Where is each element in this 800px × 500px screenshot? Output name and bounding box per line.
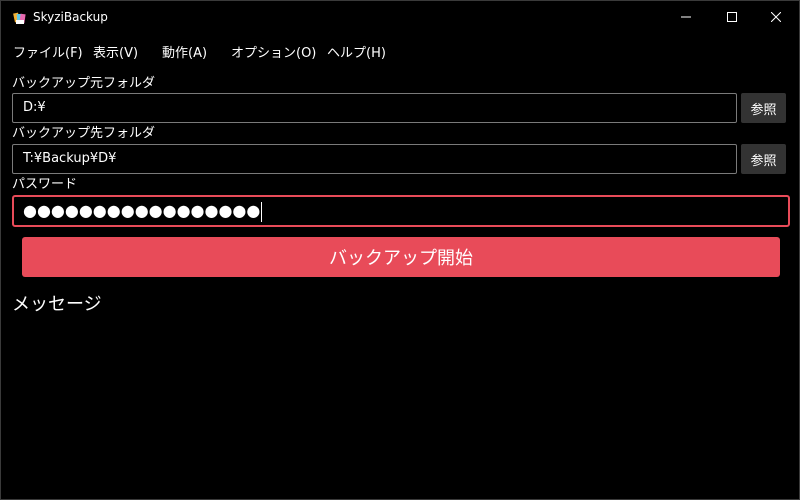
- message-area: [12, 321, 790, 491]
- password-masked-value: ●●●●●●●●●●●●●●●●●: [23, 200, 263, 222]
- destination-folder-value: T:¥Backup¥D¥: [23, 151, 117, 166]
- minimize-button[interactable]: [663, 1, 709, 33]
- app-window: SkyziBackup ファイル(F) 表示(V) 動作(A) オプション(O)…: [0, 0, 800, 500]
- maximize-button[interactable]: [709, 1, 755, 33]
- minimize-icon: [681, 16, 691, 18]
- source-browse-button[interactable]: 参照: [741, 93, 786, 123]
- source-folder-label: バックアップ元フォルダ: [12, 76, 156, 91]
- destination-folder-label: バックアップ先フォルダ: [12, 126, 156, 141]
- app-icon: [13, 10, 27, 24]
- source-folder-input[interactable]: D:¥: [12, 93, 737, 123]
- close-button[interactable]: [753, 1, 799, 33]
- destination-folder-input[interactable]: T:¥Backup¥D¥: [12, 144, 737, 174]
- start-backup-button[interactable]: バックアップ開始: [22, 237, 780, 277]
- menu-action[interactable]: 動作(A): [162, 45, 207, 63]
- title-bar: SkyziBackup: [1, 1, 799, 33]
- source-folder-value: D:¥: [23, 100, 46, 115]
- password-label: パスワード: [12, 177, 78, 192]
- window-title: SkyziBackup: [33, 10, 108, 24]
- menu-file[interactable]: ファイル(F): [13, 45, 83, 63]
- password-input[interactable]: ●●●●●●●●●●●●●●●●●: [12, 195, 790, 227]
- close-icon: [771, 12, 781, 22]
- menu-view[interactable]: 表示(V): [93, 45, 138, 63]
- menu-options[interactable]: オプション(O): [231, 45, 316, 63]
- menu-help[interactable]: ヘルプ(H): [327, 45, 386, 63]
- password-dots: ●●●●●●●●●●●●●●●●●: [23, 201, 261, 220]
- maximize-icon: [727, 12, 737, 22]
- menu-bar: ファイル(F) 表示(V) 動作(A) オプション(O) ヘルプ(H): [1, 41, 799, 67]
- message-title: メッセージ: [12, 294, 102, 315]
- destination-browse-button[interactable]: 参照: [741, 144, 786, 174]
- text-caret: [261, 201, 263, 222]
